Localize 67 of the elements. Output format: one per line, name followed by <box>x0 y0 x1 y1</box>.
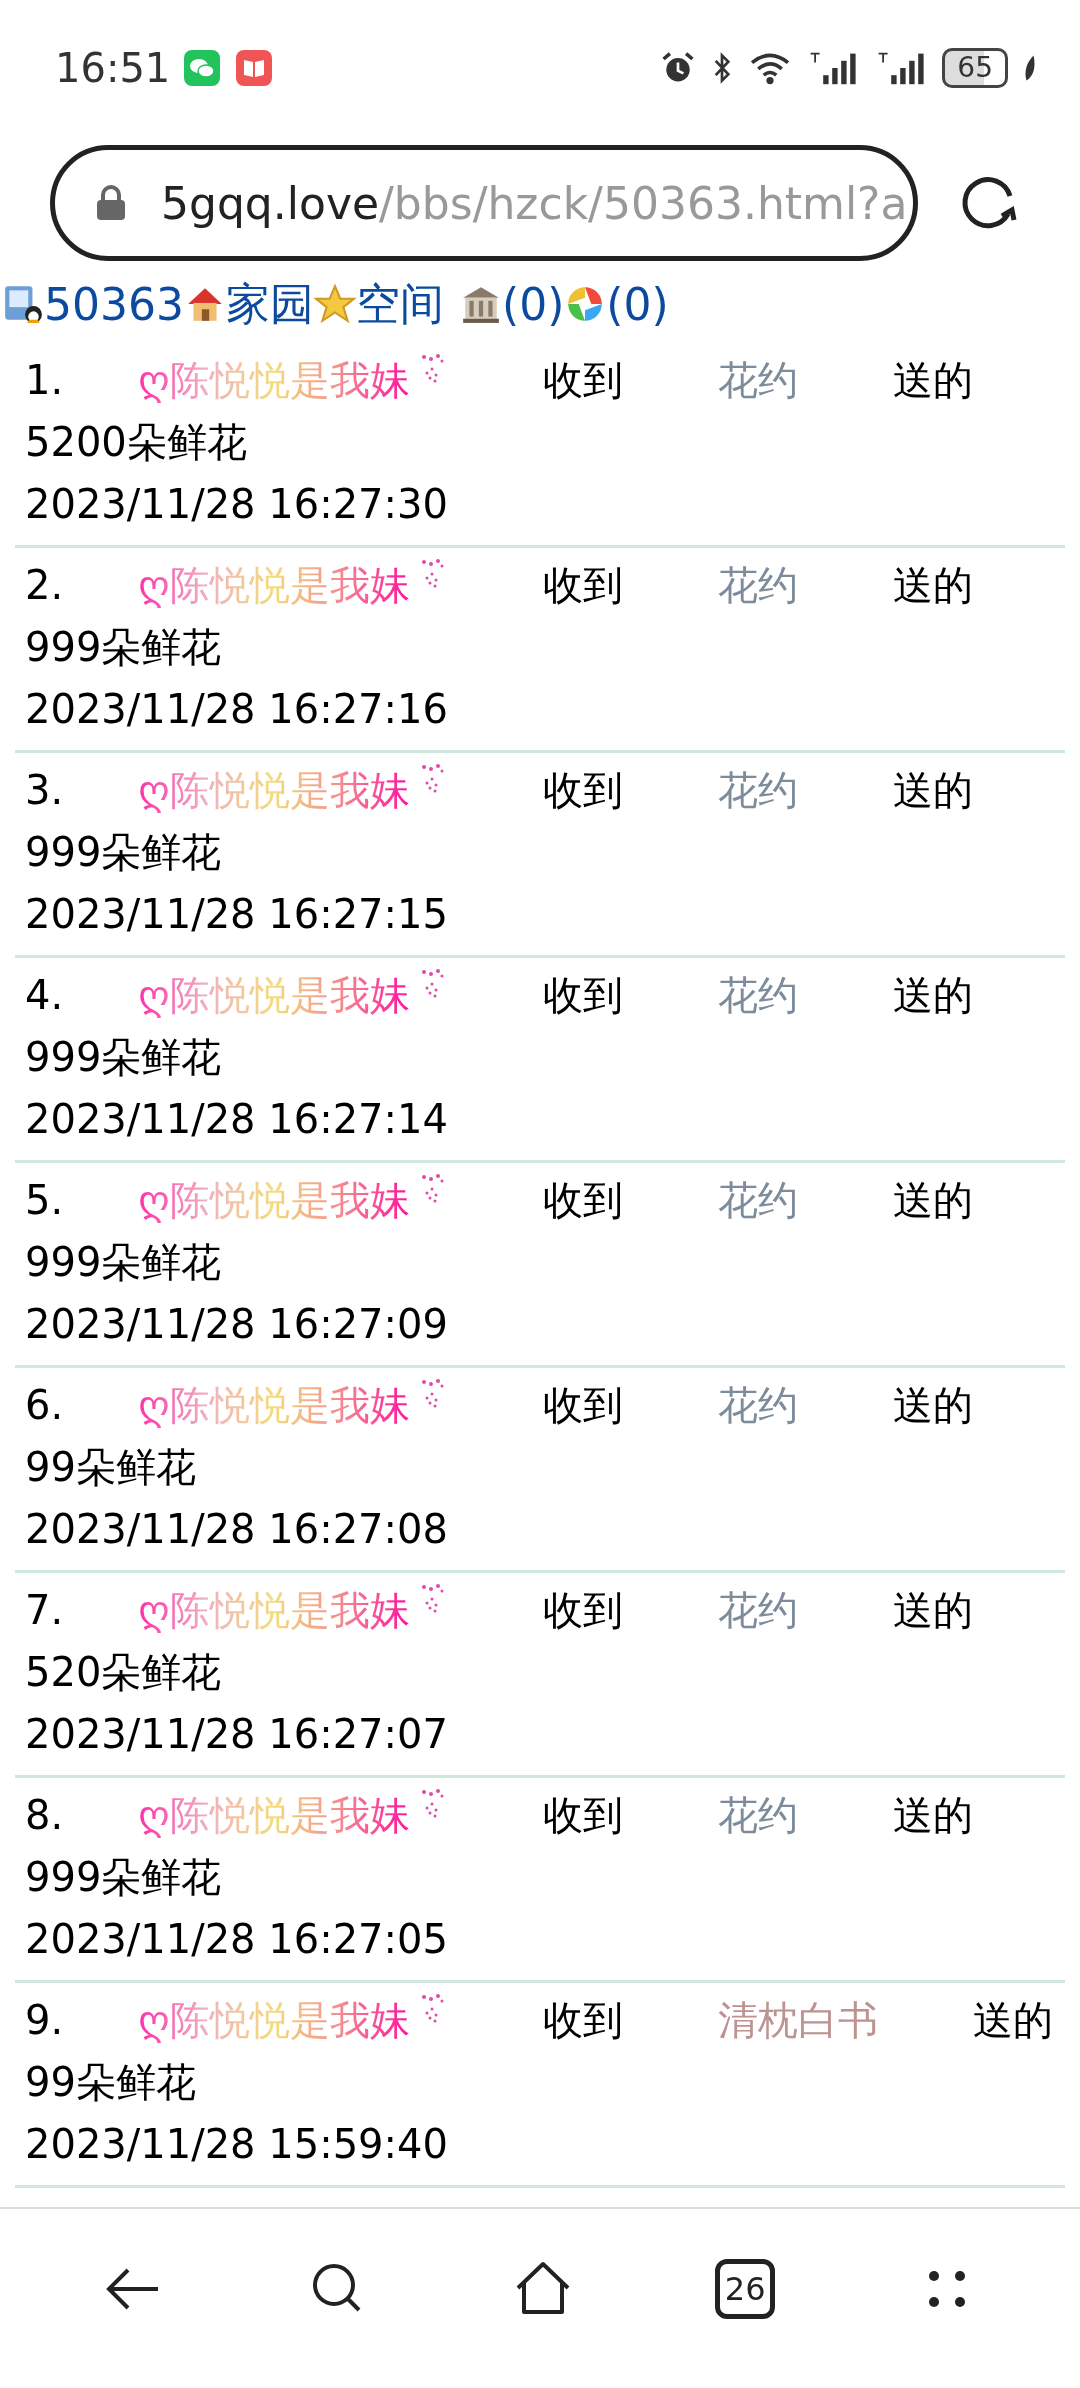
record-time: 2023/11/28 16:27:16 <box>25 685 449 734</box>
gift-amount: 5200朵鲜花 <box>25 418 247 467</box>
address-bar[interactable]: 5gqq.love/bbs/hzck/50363.html?a <box>50 145 918 261</box>
sent-label: 送的 <box>892 1176 973 1225</box>
battery-level: 65 <box>942 47 1008 88</box>
record-time: 2023/11/28 16:27:14 <box>25 1095 449 1144</box>
record-time: 2023/11/28 16:27:07 <box>25 1710 449 1759</box>
record-number: 4. <box>25 971 64 1020</box>
sent-label: 送的 <box>892 1381 973 1430</box>
header-link[interactable]: 空间 <box>356 274 444 334</box>
header-link[interactable]: (0) <box>606 278 669 330</box>
header-link[interactable]: 家园 <box>226 274 314 334</box>
record-time: 2023/11/28 16:27:08 <box>25 1505 449 1554</box>
received-label: 收到 <box>542 1381 623 1430</box>
sender-name[interactable]: 花约 <box>717 759 798 821</box>
sender-name[interactable]: 花约 <box>717 554 798 616</box>
record-time: 2023/11/28 16:27:05 <box>25 1915 449 1964</box>
clock-time: 16:51 <box>55 44 171 91</box>
record-number: 1. <box>25 356 64 405</box>
received-label: 收到 <box>542 1176 623 1225</box>
gift-amount: 999朵鲜花 <box>25 623 222 672</box>
gift-amount: 99朵鲜花 <box>25 1443 196 1492</box>
record-number: 8. <box>25 1791 64 1840</box>
received-label: 收到 <box>542 1586 623 1635</box>
gift-amount: 999朵鲜花 <box>25 1238 222 1287</box>
record-number: 7. <box>25 1586 64 1635</box>
sender-name[interactable]: 花约 <box>717 349 798 411</box>
received-label: 收到 <box>542 1791 623 1840</box>
received-label: 收到 <box>542 1996 623 2045</box>
sent-label: 送的 <box>892 1791 973 1840</box>
sent-label: 送的 <box>892 1586 973 1635</box>
book-app-icon <box>236 49 273 86</box>
sender-name[interactable]: 花约 <box>717 964 798 1026</box>
chat-app-icon <box>184 49 221 86</box>
sent-label: 送的 <box>972 1996 1053 2045</box>
sender-name[interactable]: 花约 <box>717 1579 798 1641</box>
record-number: 5. <box>25 1176 64 1225</box>
gift-amount: 999朵鲜花 <box>25 828 222 877</box>
gift-amount: 520朵鲜花 <box>25 1648 222 1697</box>
sent-label: 送的 <box>892 971 973 1020</box>
sent-label: 送的 <box>892 766 973 815</box>
header-link[interactable]: (0) <box>502 278 565 330</box>
record-number: 3. <box>25 766 64 815</box>
sender-name[interactable]: 花约 <box>717 1784 798 1846</box>
sender-name[interactable]: 花约 <box>717 1169 798 1231</box>
header-link[interactable]: 50363 <box>44 278 184 330</box>
received-label: 收到 <box>542 561 623 610</box>
gift-amount: 999朵鲜花 <box>25 1033 222 1082</box>
gift-amount: 99朵鲜花 <box>25 2058 196 2107</box>
sender-name[interactable]: 清枕白书 <box>717 1989 878 2051</box>
sender-name[interactable]: 花约 <box>717 1374 798 1436</box>
record-time: 2023/11/28 16:27:30 <box>25 480 449 529</box>
sent-label: 送的 <box>892 561 973 610</box>
record-number: 9. <box>25 1996 64 2045</box>
received-label: 收到 <box>542 766 623 815</box>
star-icon <box>314 283 356 325</box>
lock-icon <box>95 185 127 221</box>
record-time: 2023/11/28 16:27:15 <box>25 890 449 939</box>
tabs-button[interactable]: 26 <box>715 2259 776 2319</box>
gift-amount: 999朵鲜花 <box>25 1853 222 1902</box>
record-number: 6. <box>25 1381 64 1430</box>
record-time: 2023/11/28 16:27:09 <box>25 1300 449 1349</box>
received-label: 收到 <box>542 971 623 1020</box>
record-number: 2. <box>25 561 64 610</box>
record-time: 2023/11/28 15:59:40 <box>25 2120 449 2169</box>
sent-label: 送的 <box>892 356 973 405</box>
received-label: 收到 <box>542 356 623 405</box>
